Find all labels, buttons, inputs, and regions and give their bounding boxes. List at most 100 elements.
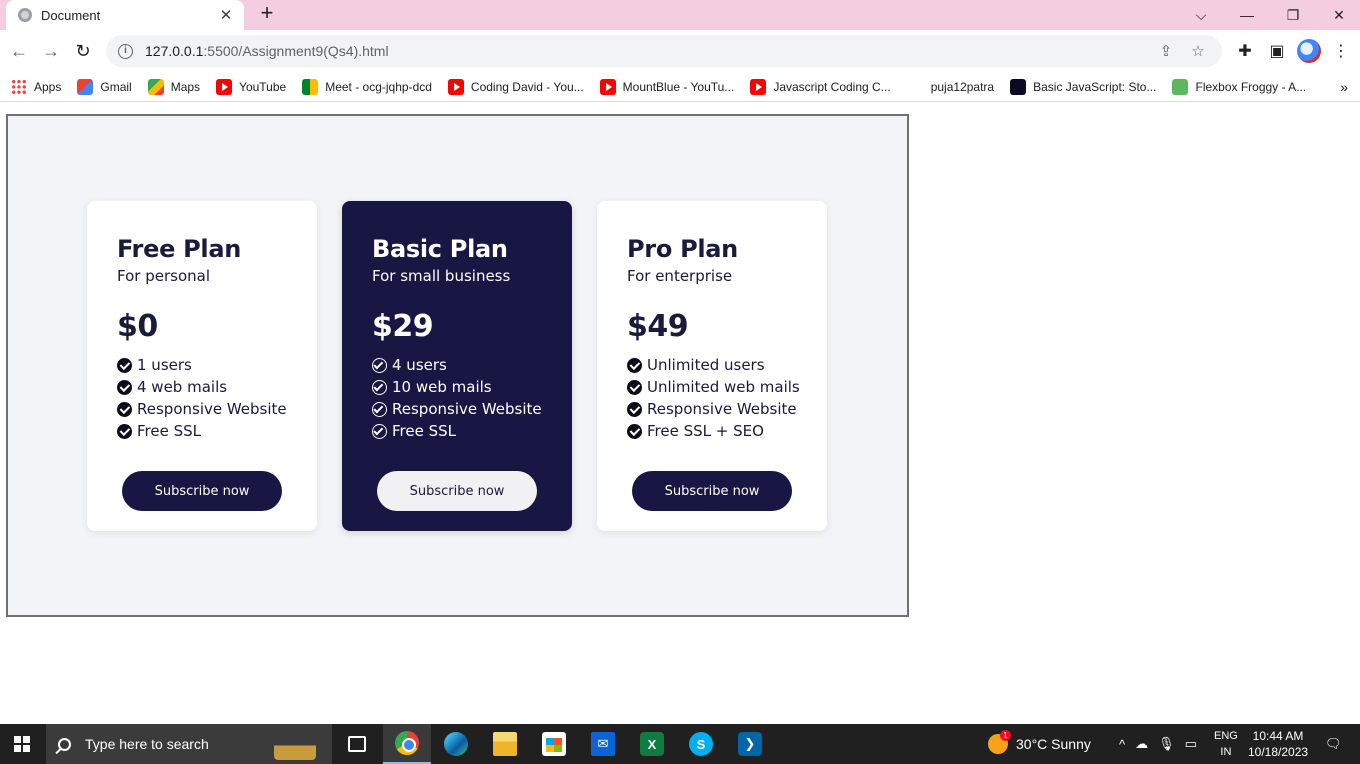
- check-circle-icon: [627, 379, 642, 395]
- bookmark-apps[interactable]: Apps: [11, 78, 61, 95]
- extensions-icon[interactable]: ✚: [1232, 38, 1258, 64]
- taskbar-excel[interactable]: X: [628, 724, 676, 764]
- bookmark-basic-javascript[interactable]: Basic JavaScript: Sto...: [1010, 78, 1156, 95]
- new-tab-button[interactable]: +: [256, 2, 278, 26]
- start-button[interactable]: [0, 724, 44, 764]
- feature-item: Free SSL: [372, 420, 572, 442]
- notification-badge: 1: [1000, 730, 1011, 741]
- subscribe-button[interactable]: Subscribe now: [632, 471, 792, 511]
- language-indicator[interactable]: ENG IN: [1214, 724, 1238, 764]
- microphone-icon[interactable]: 🎙: [1158, 736, 1175, 752]
- bookmark-label: Javascript Coding C...: [773, 79, 891, 94]
- youtube-icon: [216, 78, 233, 95]
- taskbar-search[interactable]: Type here to search: [46, 724, 332, 764]
- reload-button[interactable]: ↻: [70, 38, 96, 64]
- bookmark-meet[interactable]: Meet - ocg-jqhp-dcd: [302, 78, 432, 95]
- plan-price: $49: [627, 309, 689, 344]
- bookmark-js-coding[interactable]: Javascript Coding C...: [750, 78, 891, 95]
- bookmark-mountblue[interactable]: MountBlue - YouTu...: [599, 78, 735, 95]
- bookmark-coding-david[interactable]: Coding David - You...: [447, 78, 584, 95]
- chevron-up-icon[interactable]: ^: [1119, 737, 1125, 752]
- feature-text: 4 users: [392, 356, 447, 374]
- back-button[interactable]: ←: [6, 38, 32, 64]
- browser-tab[interactable]: Document ✕: [6, 0, 244, 30]
- plan-price: $0: [117, 309, 158, 344]
- check-circle-icon: [627, 357, 642, 373]
- pricing-card-free: Free Plan For personal $0 1 users 4 web …: [87, 201, 317, 531]
- check-circle-outline-icon: [372, 401, 387, 417]
- sun-weather-icon: 1: [988, 730, 1011, 754]
- feature-text: Free SSL + SEO: [647, 422, 764, 440]
- clock-date: 10/18/2023: [1248, 745, 1309, 759]
- task-view-icon: [348, 736, 366, 752]
- store-icon: [542, 732, 566, 756]
- url-host: 127.0.0.1: [145, 43, 204, 59]
- subscribe-button[interactable]: Subscribe now: [377, 471, 537, 511]
- taskbar-mail[interactable]: ✉: [579, 724, 627, 764]
- feature-item: Responsive Website: [627, 398, 827, 420]
- site-info-icon[interactable]: i: [118, 43, 133, 59]
- tab-search-button[interactable]: ⌵: [1178, 0, 1224, 30]
- title-bar: Document ✕ + ⌵ — ❐ ✕: [0, 0, 1360, 30]
- pricing-card-pro: Pro Plan For enterprise $49 Unlimited us…: [597, 201, 827, 531]
- check-circle-icon: [117, 379, 132, 395]
- address-bar[interactable]: i 127.0.0.1:5500/Assignment9(Qs4).html ⇪…: [106, 35, 1222, 67]
- bookmark-label: Flexbox Froggy - A...: [1195, 79, 1307, 94]
- feature-item: Responsive Website: [117, 398, 317, 420]
- url-text[interactable]: 127.0.0.1:5500/Assignment9(Qs4).html: [145, 43, 1146, 59]
- excel-icon: X: [640, 732, 664, 756]
- bookmark-label: Coding David - You...: [470, 79, 584, 94]
- menu-kebab-icon[interactable]: ⋮: [1328, 38, 1354, 64]
- profile-avatar[interactable]: [1297, 39, 1321, 63]
- tab-close-icon[interactable]: ✕: [218, 6, 234, 24]
- weather-widget[interactable]: 1 30°C Sunny: [988, 724, 1091, 764]
- battery-icon[interactable]: ▭: [1185, 736, 1197, 752]
- taskbar-store[interactable]: [530, 724, 578, 764]
- vscode-icon: ❯: [738, 732, 762, 756]
- windows-taskbar: Type here to search ✉ X S ❯ 1 30°C Sunny…: [0, 724, 1360, 764]
- gmail-icon: [77, 78, 94, 95]
- taskbar-file-explorer[interactable]: [481, 724, 529, 764]
- feature-text: Responsive Website: [392, 400, 542, 418]
- taskbar-skype[interactable]: S: [677, 724, 725, 764]
- maps-icon: [147, 78, 164, 95]
- clock-time: 10:44 AM: [1252, 729, 1304, 743]
- url-path: :5500/Assignment9(Qs4).html: [203, 43, 389, 59]
- subscribe-button[interactable]: Subscribe now: [122, 471, 282, 511]
- bookmark-maps[interactable]: Maps: [147, 78, 200, 95]
- youtube-icon: [447, 78, 464, 95]
- taskbar-edge[interactable]: [432, 724, 480, 764]
- bookmarks-bar: Apps Gmail Maps YouTube Meet - ocg-jqhp-…: [0, 72, 1360, 102]
- bookmark-puja12patra[interactable]: puja12patra: [931, 80, 994, 94]
- taskbar-chrome[interactable]: [383, 724, 431, 764]
- search-placeholder: Type here to search: [85, 736, 209, 752]
- check-circle-outline-icon: [372, 379, 387, 395]
- side-panel-icon[interactable]: ▣: [1264, 38, 1290, 64]
- taskbar-vscode[interactable]: ❯: [726, 724, 774, 764]
- froggy-icon: [1172, 78, 1189, 95]
- task-view-button[interactable]: [333, 724, 381, 764]
- notifications-button[interactable]: 🗨: [1320, 724, 1347, 764]
- feature-text: Unlimited web mails: [647, 378, 800, 396]
- bookmark-star-icon[interactable]: ☆: [1186, 39, 1210, 63]
- youtube-icon: [599, 78, 616, 95]
- share-icon[interactable]: ⇪: [1154, 39, 1178, 63]
- plan-subtitle: For small business: [372, 267, 511, 285]
- freecodecamp-icon: [1010, 78, 1027, 95]
- onedrive-cloud-icon[interactable]: ☁: [1135, 736, 1148, 752]
- plan-price: $29: [372, 309, 434, 344]
- minimize-button[interactable]: —: [1224, 0, 1270, 30]
- chrome-icon: [395, 731, 419, 755]
- feature-text: Free SSL: [392, 422, 456, 440]
- bookmark-label: MountBlue - YouTu...: [622, 79, 735, 94]
- clock[interactable]: 10:44 AM 10/18/2023: [1248, 724, 1308, 764]
- close-window-button[interactable]: ✕: [1316, 0, 1360, 30]
- forward-button[interactable]: →: [38, 38, 64, 64]
- bookmark-youtube[interactable]: YouTube: [216, 78, 286, 95]
- bookmark-flexbox-froggy[interactable]: Flexbox Froggy - A...: [1172, 78, 1307, 95]
- restore-button[interactable]: ❐: [1270, 0, 1316, 30]
- feature-item: Unlimited users: [627, 354, 827, 376]
- more-bookmarks-icon[interactable]: »: [1340, 79, 1348, 95]
- bookmark-gmail[interactable]: Gmail: [77, 78, 132, 95]
- feature-text: Responsive Website: [647, 400, 797, 418]
